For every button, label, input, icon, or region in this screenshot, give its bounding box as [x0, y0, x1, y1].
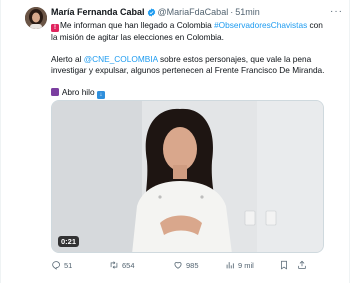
- views-count: 9 mil: [238, 260, 254, 270]
- mention-link[interactable]: @CNE_COLOMBIA: [84, 54, 158, 64]
- heart-icon: [174, 262, 182, 269]
- views-chart-icon: [226, 262, 234, 269]
- share-button[interactable]: [297, 260, 309, 270]
- reply-icon: [52, 261, 60, 270]
- down-arrow-emoji-icon: ↓: [96, 91, 105, 99]
- tweet-action-bar: 51 654 985 9 mil: [51, 260, 327, 270]
- video-duration-badge: 0:21: [58, 236, 80, 247]
- like-count: 985: [186, 260, 199, 270]
- verified-badge-icon: [147, 7, 156, 17]
- reply-button[interactable]: 51: [51, 260, 109, 270]
- bookmark-button[interactable]: [279, 260, 297, 270]
- separator-dot: ·: [230, 7, 234, 17]
- more-options-icon[interactable]: ···: [330, 6, 343, 18]
- retweet-icon: [110, 261, 118, 269]
- author-name[interactable]: María Fernanda Cabal: [51, 6, 145, 18]
- author-avatar[interactable]: [25, 7, 47, 29]
- retweet-button[interactable]: 654: [109, 260, 173, 270]
- bookmark-emoji-icon: [51, 88, 59, 96]
- share-icon: [298, 260, 306, 269]
- hashtag-link[interactable]: #ObservadoresChavistas: [214, 20, 307, 30]
- author-handle[interactable]: @MariaFdaCabal: [158, 6, 229, 18]
- video-player[interactable]: 0:21: [51, 100, 324, 253]
- reply-count: 51: [64, 260, 73, 270]
- tweet-text: ! Me informan que han llegado a Colombia …: [51, 20, 325, 99]
- bookmark-icon: [281, 260, 287, 270]
- views-button[interactable]: 9 mil: [225, 260, 279, 270]
- tweet-card[interactable]: María Fernanda Cabal @MariaFdaCabal · 51…: [0, 0, 350, 283]
- tweet-timestamp[interactable]: 51min: [235, 6, 260, 18]
- like-button[interactable]: 985: [173, 260, 225, 270]
- alert-emoji-icon: !: [51, 24, 59, 32]
- retweet-count: 654: [122, 260, 135, 270]
